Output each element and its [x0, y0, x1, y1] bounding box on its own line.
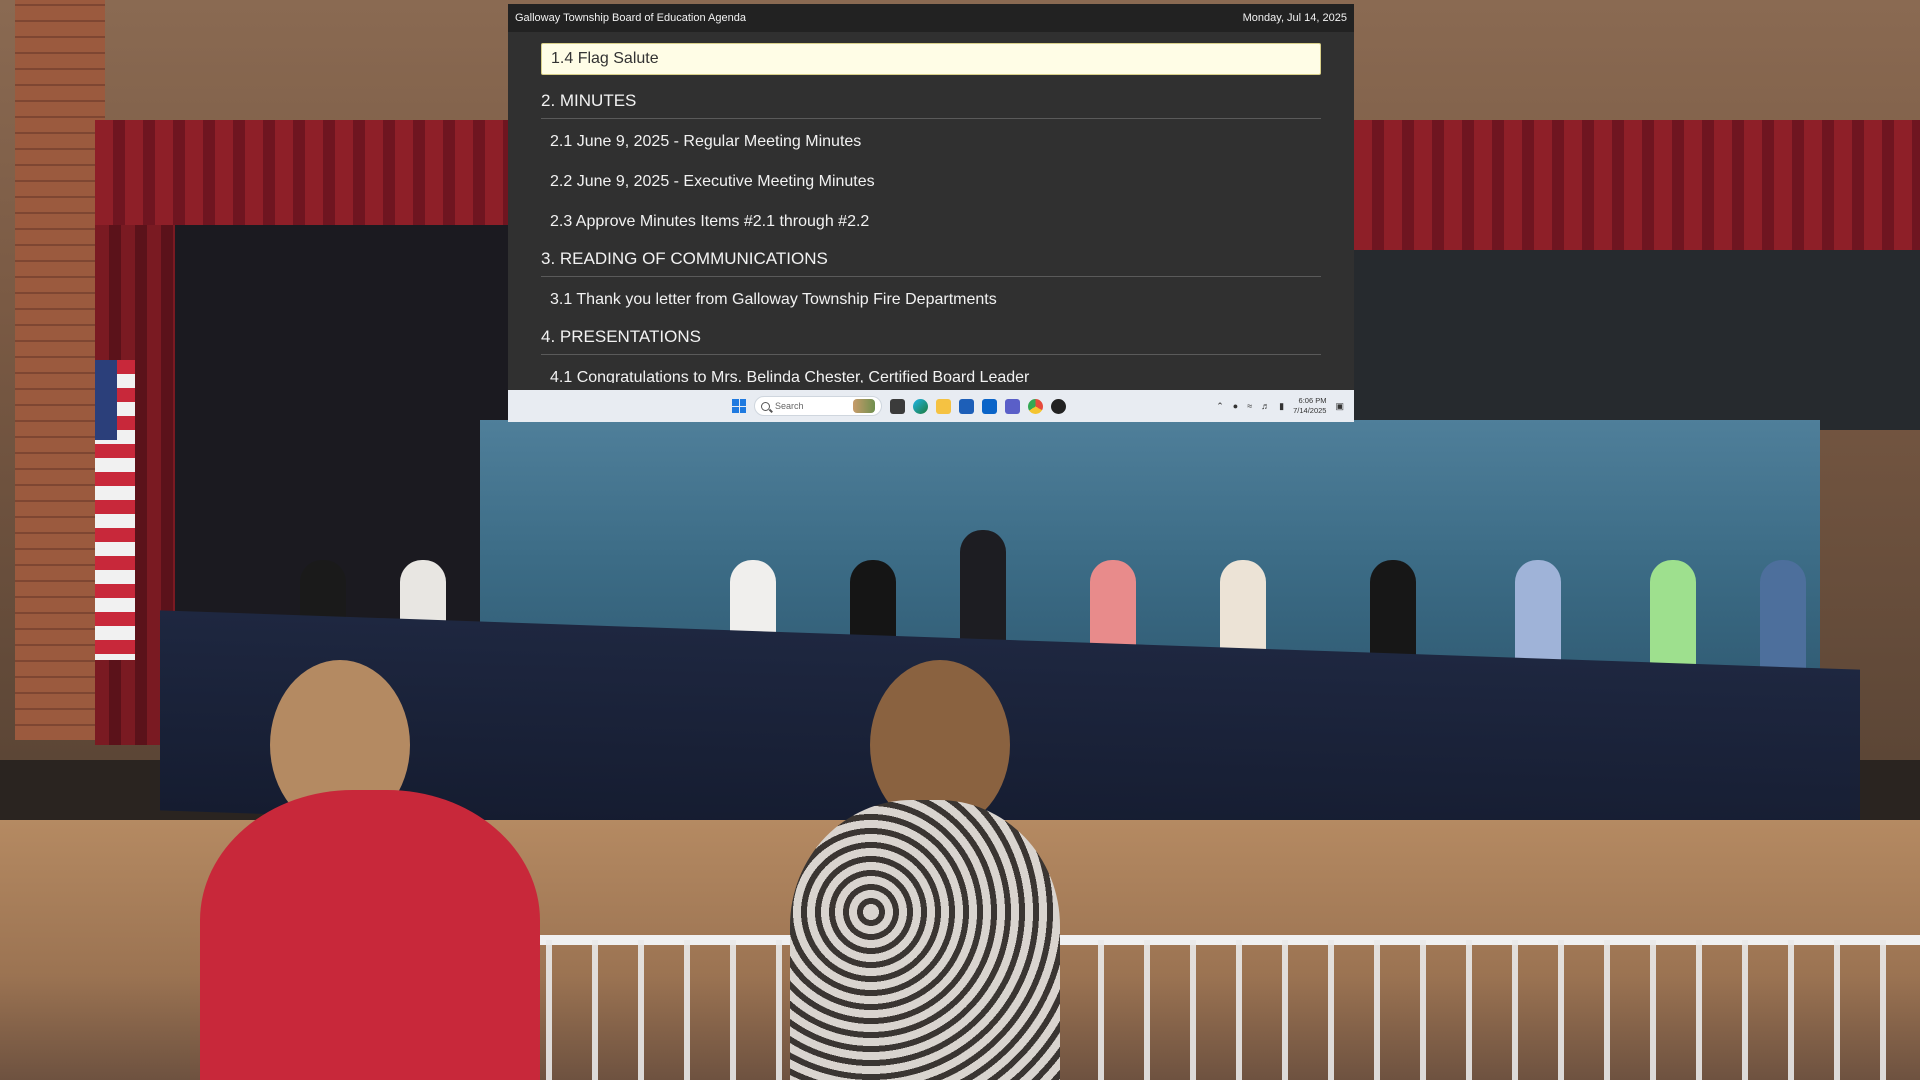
audience-member-print-shirt	[790, 800, 1060, 1080]
wifi-icon[interactable]: ≈	[1247, 401, 1252, 411]
agenda-item-current[interactable]: 1.4 Flag Salute	[541, 43, 1321, 75]
teams-icon[interactable]	[1005, 398, 1020, 414]
battery-icon[interactable]: ▮	[1279, 401, 1284, 411]
notification-icon[interactable]: ▣	[1335, 401, 1344, 411]
section-presentations[interactable]: 4. PRESENTATIONS	[541, 321, 1321, 355]
agenda-header: Galloway Township Board of Education Age…	[508, 4, 1354, 32]
agenda-title: Galloway Township Board of Education Age…	[515, 12, 746, 24]
search-highlight-icon	[853, 399, 875, 413]
clock-date: 7/14/2025	[1293, 406, 1327, 415]
clock-time: 6:06 PM	[1298, 396, 1327, 405]
taskbar-search[interactable]: Search	[754, 396, 882, 416]
american-flag-canton	[95, 360, 117, 440]
agenda-item[interactable]: 2.3 Approve Minutes Items #2.1 through #…	[541, 203, 1321, 243]
app-icon[interactable]	[1051, 398, 1066, 414]
edge-icon[interactable]	[913, 398, 928, 414]
outlook-icon[interactable]	[982, 398, 997, 414]
file-explorer-icon[interactable]	[890, 398, 905, 414]
chevron-up-icon[interactable]: ⌃	[1216, 401, 1224, 411]
agenda-item[interactable]: 2.2 June 9, 2025 - Executive Meeting Min…	[541, 163, 1321, 203]
windows-start-icon[interactable]	[732, 399, 746, 413]
agenda-item[interactable]: 3.1 Thank you letter from Galloway Towns…	[541, 281, 1321, 321]
agenda-item[interactable]: 4.1 Congratulations to Mrs. Belinda Ches…	[541, 359, 1321, 383]
audience-member-red-jacket	[200, 790, 540, 1080]
search-placeholder: Search	[775, 401, 804, 411]
taskbar-clock[interactable]: 6:06 PM 7/14/2025	[1293, 396, 1326, 416]
section-communications[interactable]: 3. READING OF COMMUNICATIONS	[541, 243, 1321, 277]
chrome-icon[interactable]	[1028, 398, 1043, 414]
brick-column	[15, 0, 105, 740]
volume-icon[interactable]: ♬	[1261, 401, 1270, 411]
agenda-date: Monday, Jul 14, 2025	[1242, 12, 1347, 24]
curtain-valance-right	[1354, 120, 1920, 250]
stage-backstage-right	[1354, 250, 1920, 430]
search-icon	[761, 401, 770, 411]
section-minutes[interactable]: 2. MINUTES	[541, 85, 1321, 119]
shared-screen: Galloway Township Board of Education Age…	[508, 4, 1354, 422]
folder-icon[interactable]	[936, 398, 951, 414]
agenda-item[interactable]: 2.1 June 9, 2025 - Regular Meeting Minut…	[541, 123, 1321, 163]
agenda-list: 1.4 Flag Salute 2. MINUTES 2.1 June 9, 2…	[508, 32, 1354, 383]
curtain-valance-left	[95, 120, 515, 230]
windows-taskbar: Search ⌃ ● ≈ ♬ ▮ 6:06 PM 7/14/2025 ▣	[508, 390, 1354, 422]
store-icon[interactable]	[959, 398, 974, 414]
system-tray: ⌃ ● ≈ ♬ ▮ 6:06 PM 7/14/2025 ▣	[1216, 390, 1344, 422]
microphone-icon[interactable]: ●	[1233, 401, 1238, 411]
taskbar-apps: Search	[732, 390, 1066, 422]
railing-bars	[500, 940, 1920, 1080]
